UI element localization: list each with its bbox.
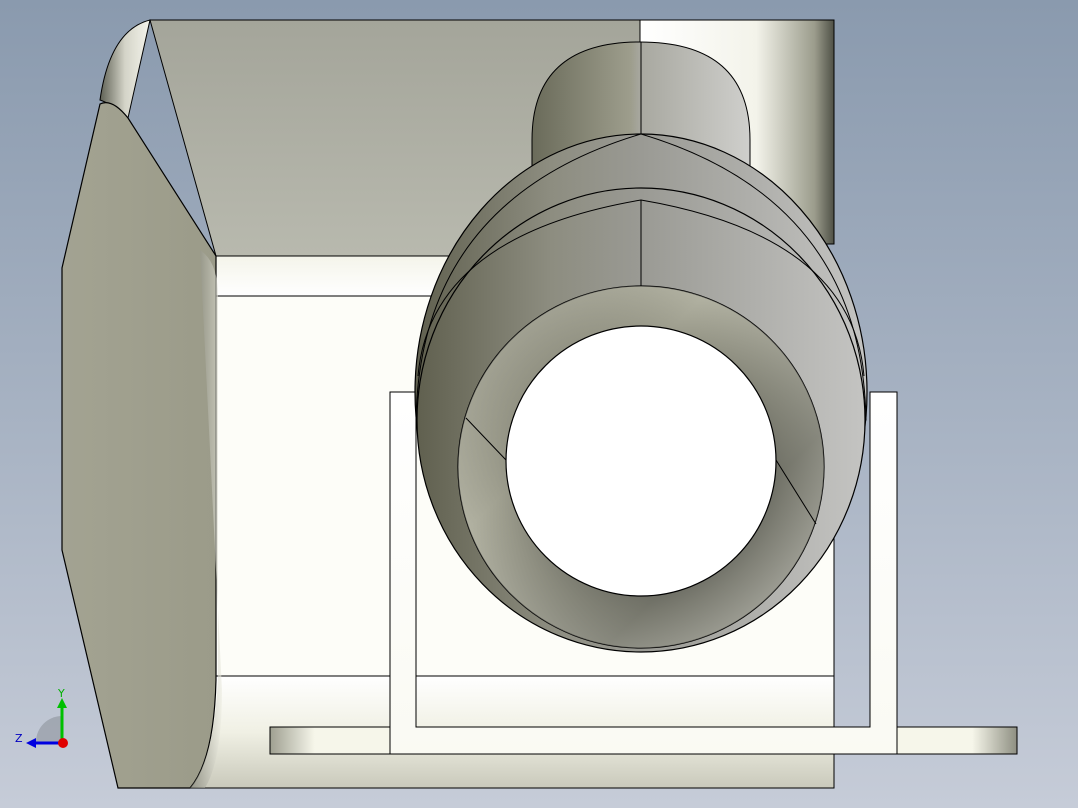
nozzle-bore-hole	[505, 325, 777, 597]
triad-arc	[36, 716, 62, 742]
z-axis-arrow	[26, 738, 36, 748]
model-viewport[interactable]	[0, 0, 1078, 808]
orientation-triad: Y Z	[14, 686, 76, 752]
y-axis-label: Y	[58, 687, 65, 700]
z-axis-label: Z	[15, 732, 23, 745]
housing-mid-band	[215, 255, 457, 297]
x-axis-dot	[58, 738, 68, 748]
left-side-face	[61, 102, 217, 789]
nozzle-bore-ring	[457, 285, 825, 649]
